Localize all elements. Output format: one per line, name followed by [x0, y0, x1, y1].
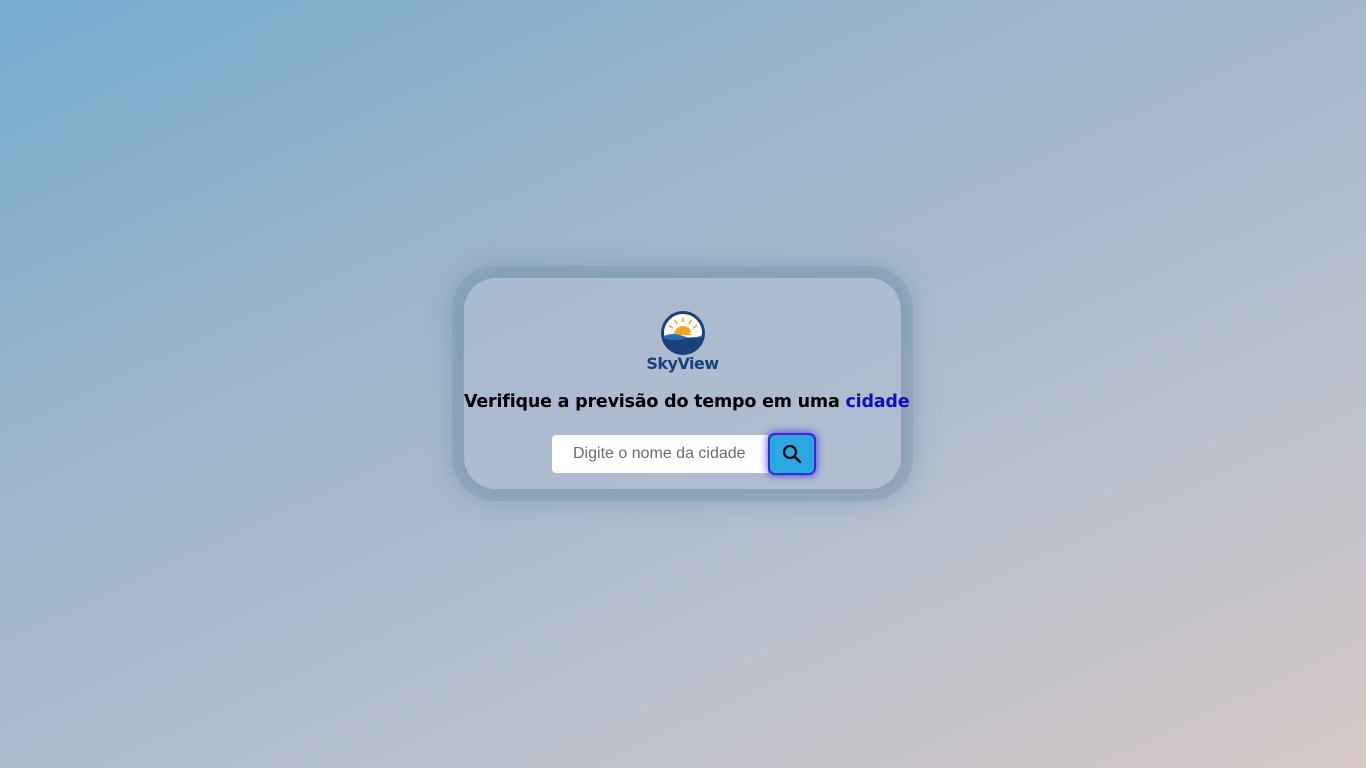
brand-name: SkyView	[646, 354, 719, 373]
search-icon	[782, 444, 802, 464]
page-title: Verifique a previsão do tempo em uma cid…	[464, 392, 910, 412]
search-card: SkyView Verifique a previsão do tempo em…	[464, 278, 910, 489]
sun-over-sea-icon	[660, 311, 705, 355]
page-title-text: Verifique a previsão do tempo em uma	[464, 392, 840, 412]
skyview-logo: SkyView	[638, 311, 728, 373]
search-button[interactable]	[770, 435, 814, 473]
city-search-input[interactable]	[552, 435, 768, 473]
search-bar	[552, 435, 814, 473]
page-background: { "brand": { "name": "SkyView", "logo_ic…	[0, 0, 1366, 768]
page-title-accent: cidade	[845, 392, 910, 412]
